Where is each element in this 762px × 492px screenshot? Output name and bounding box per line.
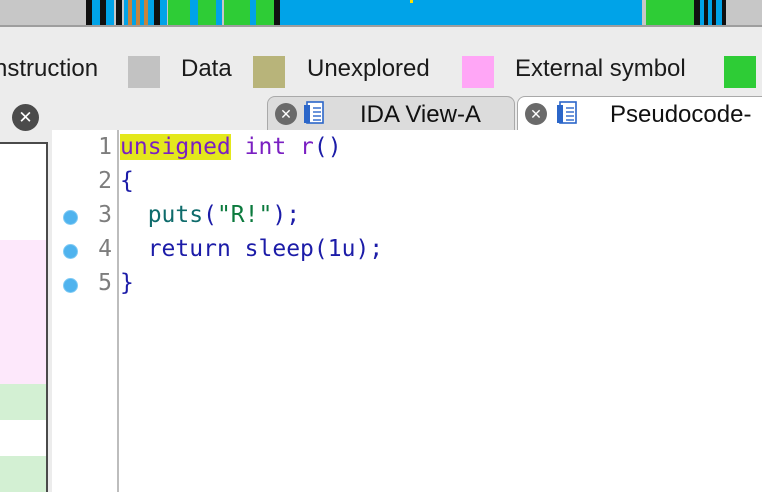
legend-label-data: Data xyxy=(181,55,232,82)
navigation-band-segment xyxy=(694,0,700,25)
close-icon[interactable]: ✕ xyxy=(275,103,297,125)
navigation-band-segment xyxy=(148,0,154,25)
navigation-band-segment xyxy=(256,0,274,25)
list-item[interactable] xyxy=(0,384,46,420)
navigation-band-segment xyxy=(700,0,704,25)
code-token: r xyxy=(300,134,314,160)
list-item[interactable] xyxy=(0,240,46,384)
legend-swatch-external-symbol xyxy=(462,56,494,88)
navigation-band-segment xyxy=(216,0,222,25)
tab-ida-view-a[interactable]: ✕ IDA View-A xyxy=(267,96,515,130)
navigation-band-segment xyxy=(198,0,216,25)
legend-swatch-lib-function xyxy=(724,56,756,88)
code-text[interactable]: puts("R!"); xyxy=(120,202,300,228)
code-token: return xyxy=(147,236,231,262)
code-line[interactable]: 3 puts("R!"); xyxy=(52,200,762,234)
navigation-band-segment xyxy=(190,0,198,25)
navigation-cursor xyxy=(410,0,413,3)
ida-window: nstruction Data Unexplored External symb… xyxy=(0,0,762,492)
navigation-band-segment xyxy=(86,0,92,25)
navigation-band-segment xyxy=(154,0,160,25)
code-line[interactable]: 5} xyxy=(52,268,762,302)
code-token: sleep xyxy=(244,236,314,262)
navigation-band-segment xyxy=(224,0,250,25)
navigation-band[interactable] xyxy=(0,0,762,27)
functions-list[interactable] xyxy=(0,142,48,492)
navigation-band-segment xyxy=(136,0,140,25)
code-line[interactable]: 2{ xyxy=(52,166,762,200)
code-token: ); xyxy=(272,202,301,228)
navigation-band-segment xyxy=(250,0,256,25)
tab-pseudocode[interactable]: ✕ Pseudocode- xyxy=(517,96,762,130)
breakpoint-marker-icon[interactable] xyxy=(63,210,78,225)
legend-swatch-data xyxy=(128,56,160,88)
code-token: { xyxy=(120,168,134,194)
navigation-band-segment xyxy=(106,0,114,25)
line-number: 3 xyxy=(98,202,112,228)
navigation-band-segment xyxy=(160,0,167,25)
navigation-band-segment xyxy=(708,0,712,25)
legend-label-instruction: nstruction xyxy=(0,55,99,82)
document-icon xyxy=(556,100,582,126)
navigation-band-segment xyxy=(124,0,128,25)
code-token: ( xyxy=(203,202,217,228)
navigation-band-segment xyxy=(92,0,100,25)
line-number: 2 xyxy=(98,168,112,194)
line-number: 4 xyxy=(98,236,112,262)
line-number: 1 xyxy=(98,134,112,160)
navigation-band-segment xyxy=(128,0,132,25)
navigation-band-segment xyxy=(132,0,136,25)
legend-bar: nstruction Data Unexplored External symb… xyxy=(0,27,762,102)
navigation-band-segment xyxy=(140,0,144,25)
code-line[interactable]: 1 unsigned int r() xyxy=(52,132,762,166)
code-token: () xyxy=(313,134,342,160)
code-token: puts xyxy=(147,202,204,228)
navigation-band-segment xyxy=(100,0,106,25)
navigation-band-segment xyxy=(704,0,708,25)
navigation-band-segment xyxy=(144,0,148,25)
code-token: int xyxy=(244,134,287,160)
tab-label: Pseudocode- xyxy=(610,101,752,128)
code-line[interactable]: 4 return sleep(1u); xyxy=(52,234,762,268)
navigation-band-segment xyxy=(646,0,694,25)
navigation-band-segment xyxy=(116,0,122,25)
tab-label: IDA View-A xyxy=(360,101,481,128)
pseudocode-editor[interactable]: 1 unsigned int r() 2{3 puts("R!"); 4 return… xyxy=(52,130,762,492)
navigation-band-segment xyxy=(712,0,716,25)
code-token: "R!" xyxy=(216,202,273,228)
code-text[interactable]: { xyxy=(120,168,134,194)
breakpoint-marker-icon[interactable] xyxy=(63,244,78,259)
legend-label-unexplored: Unexplored xyxy=(307,55,430,82)
navigation-band-segment xyxy=(274,0,280,25)
navigation-band-segment xyxy=(716,0,722,25)
legend-label-external-symbol: External symbol xyxy=(515,55,686,82)
code-token: unsigned xyxy=(120,134,231,160)
legend-swatch-unexplored xyxy=(253,56,285,88)
document-icon xyxy=(303,100,329,126)
code-text[interactable]: } xyxy=(120,270,134,296)
tab-bar: ✕ IDA View-A ✕ Pseudocode- xyxy=(52,96,762,130)
code-token: } xyxy=(120,270,134,296)
breakpoint-marker-icon[interactable] xyxy=(63,278,78,293)
code-token: (1u); xyxy=(313,236,384,262)
navigation-band-segment xyxy=(722,0,726,25)
line-number: 5 xyxy=(98,270,112,296)
navigation-band-segment xyxy=(168,0,190,25)
navigation-band-segment xyxy=(280,0,642,25)
code-text[interactable]: unsigned int r() xyxy=(120,134,342,160)
code-text[interactable]: return sleep(1u); xyxy=(120,236,383,262)
close-icon[interactable]: ✕ xyxy=(525,103,547,125)
list-item[interactable] xyxy=(0,456,46,492)
functions-panel: ✕ xyxy=(0,96,52,492)
close-icon[interactable]: ✕ xyxy=(12,104,39,131)
